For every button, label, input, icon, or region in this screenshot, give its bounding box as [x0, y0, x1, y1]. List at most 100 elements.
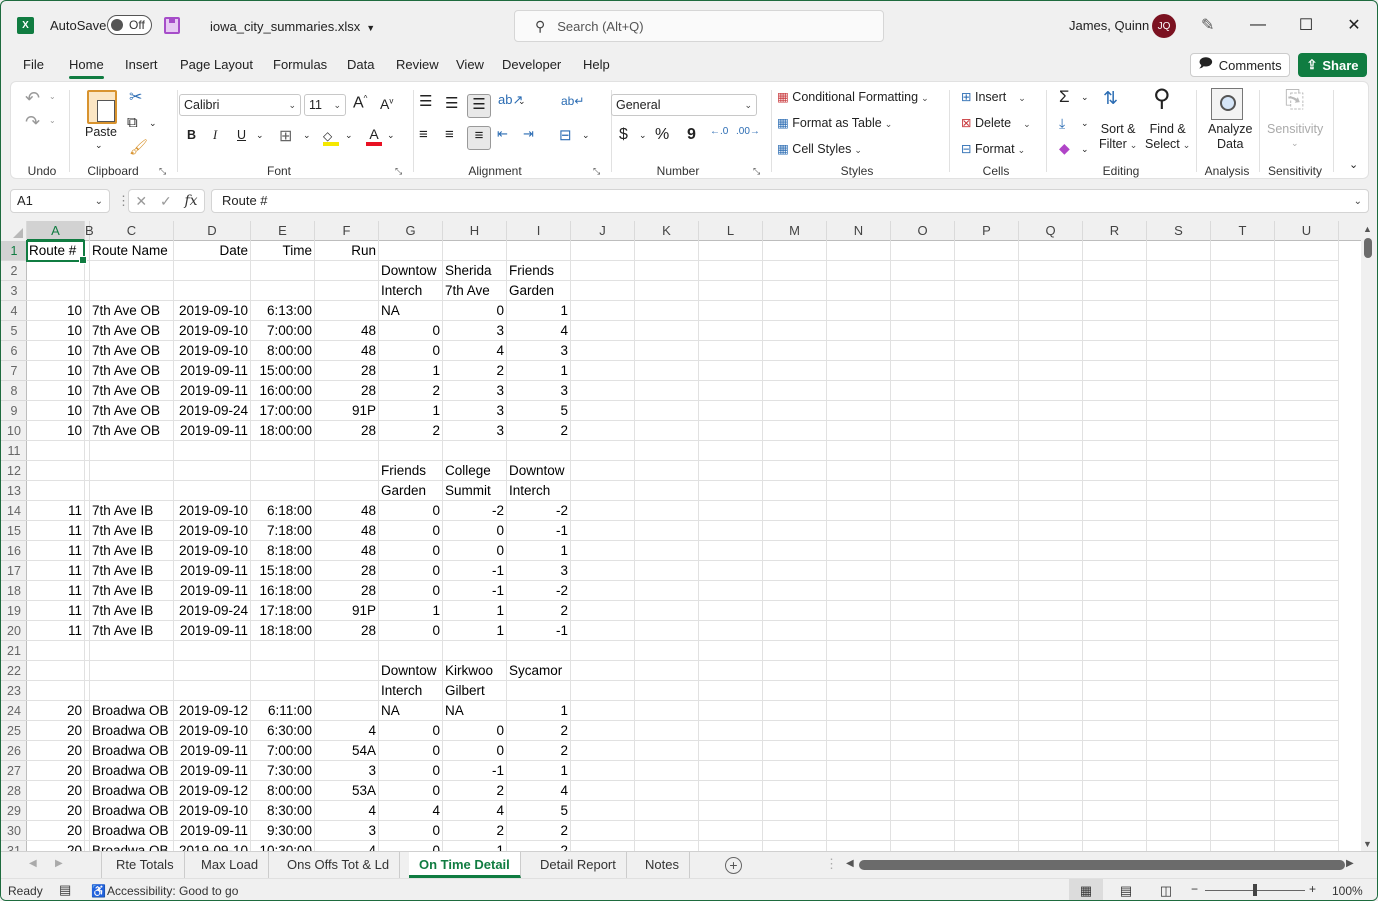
cell-t29[interactable]: [1211, 801, 1275, 821]
cell-p6[interactable]: [955, 341, 1019, 361]
cell-j23[interactable]: [571, 681, 635, 701]
tab-page-layout[interactable]: Page Layout: [180, 57, 253, 72]
column-header-o[interactable]: O: [891, 221, 955, 241]
cell-l7[interactable]: [699, 361, 763, 381]
cell-a5[interactable]: 10: [27, 321, 85, 341]
cell-g28[interactable]: 0: [379, 781, 443, 801]
cell-p19[interactable]: [955, 601, 1019, 621]
cell-e18[interactable]: 16:18:00: [251, 581, 315, 601]
cell-p31[interactable]: [955, 841, 1019, 851]
cell-e21[interactable]: [251, 641, 315, 661]
cell-c16[interactable]: 7th Ave IB: [90, 541, 174, 561]
cell-i8[interactable]: 3: [507, 381, 571, 401]
column-header-q[interactable]: Q: [1019, 221, 1083, 241]
cell-g23[interactable]: Interch: [379, 681, 443, 701]
cell-r2[interactable]: [1083, 261, 1147, 281]
cell-t26[interactable]: [1211, 741, 1275, 761]
cell-g19[interactable]: 1: [379, 601, 443, 621]
cell-i31[interactable]: 2: [507, 841, 571, 851]
cell-f1[interactable]: Run: [315, 241, 379, 261]
cell-e6[interactable]: 8:00:00: [251, 341, 315, 361]
cell-n17[interactable]: [827, 561, 891, 581]
cell-u12[interactable]: [1275, 461, 1339, 481]
cell-f19[interactable]: 91P: [315, 601, 379, 621]
cell-u11[interactable]: [1275, 441, 1339, 461]
cell-r19[interactable]: [1083, 601, 1147, 621]
cell-g31[interactable]: 0: [379, 841, 443, 851]
cell-p4[interactable]: [955, 301, 1019, 321]
font-launcher-icon[interactable]: ⤡: [395, 166, 402, 177]
cell-j17[interactable]: [571, 561, 635, 581]
cell-l31[interactable]: [699, 841, 763, 851]
cell-f31[interactable]: 4: [315, 841, 379, 851]
cell-e20[interactable]: 18:18:00: [251, 621, 315, 641]
cell-o27[interactable]: [891, 761, 955, 781]
cell-c11[interactable]: [90, 441, 174, 461]
cell-g13[interactable]: Garden: [379, 481, 443, 501]
cell-t21[interactable]: [1211, 641, 1275, 661]
cell-i29[interactable]: 5: [507, 801, 571, 821]
vertical-scroll-thumb[interactable]: [1364, 238, 1372, 258]
cell-s18[interactable]: [1147, 581, 1211, 601]
cell-s5[interactable]: [1147, 321, 1211, 341]
cell-d20[interactable]: 2019-09-11: [174, 621, 251, 641]
sheet-tab-on-time-detail[interactable]: On Time Detail: [409, 852, 521, 878]
cell-p18[interactable]: [955, 581, 1019, 601]
cell-k25[interactable]: [635, 721, 699, 741]
cell-k18[interactable]: [635, 581, 699, 601]
cell-h13[interactable]: Summit: [443, 481, 507, 501]
cell-s13[interactable]: [1147, 481, 1211, 501]
cell-t14[interactable]: [1211, 501, 1275, 521]
cell-j3[interactable]: [571, 281, 635, 301]
tab-formulas[interactable]: Formulas: [273, 57, 327, 72]
cell-q15[interactable]: [1019, 521, 1083, 541]
cell-l15[interactable]: [699, 521, 763, 541]
cell-s23[interactable]: [1147, 681, 1211, 701]
cell-i17[interactable]: 3: [507, 561, 571, 581]
cell-q13[interactable]: [1019, 481, 1083, 501]
conditional-formatting-button[interactable]: ▦ Conditional Formatting ⌄: [777, 89, 929, 104]
cell-t12[interactable]: [1211, 461, 1275, 481]
cell-r6[interactable]: [1083, 341, 1147, 361]
cell-i14[interactable]: -2: [507, 501, 571, 521]
cell-o28[interactable]: [891, 781, 955, 801]
cell-f7[interactable]: 28: [315, 361, 379, 381]
cell-q17[interactable]: [1019, 561, 1083, 581]
cell-i12[interactable]: Downtow: [507, 461, 571, 481]
cell-f4[interactable]: [315, 301, 379, 321]
row-header-15[interactable]: 15: [1, 521, 27, 541]
cell-i4[interactable]: 1: [507, 301, 571, 321]
cell-p3[interactable]: [955, 281, 1019, 301]
cell-h6[interactable]: 4: [443, 341, 507, 361]
cell-a19[interactable]: 11: [27, 601, 85, 621]
cell-o26[interactable]: [891, 741, 955, 761]
cell-c15[interactable]: 7th Ave IB: [90, 521, 174, 541]
cell-d1[interactable]: Date: [174, 241, 251, 261]
cell-n25[interactable]: [827, 721, 891, 741]
cell-e10[interactable]: 18:00:00: [251, 421, 315, 441]
cell-j15[interactable]: [571, 521, 635, 541]
cell-m28[interactable]: [763, 781, 827, 801]
cut-icon[interactable]: ✂: [129, 87, 142, 107]
cell-n23[interactable]: [827, 681, 891, 701]
cell-r22[interactable]: [1083, 661, 1147, 681]
cell-styles-button[interactable]: ▦ Cell Styles ⌄: [777, 141, 862, 156]
cell-l19[interactable]: [699, 601, 763, 621]
cell-m5[interactable]: [763, 321, 827, 341]
cell-t30[interactable]: [1211, 821, 1275, 841]
avatar[interactable]: JQ: [1152, 14, 1176, 38]
align-right-icon[interactable]: ≡: [467, 126, 491, 150]
cell-f25[interactable]: 4: [315, 721, 379, 741]
cell-h18[interactable]: -1: [443, 581, 507, 601]
cell-s17[interactable]: [1147, 561, 1211, 581]
cell-h23[interactable]: Gilbert: [443, 681, 507, 701]
cell-f14[interactable]: 48: [315, 501, 379, 521]
cell-k20[interactable]: [635, 621, 699, 641]
row-header-17[interactable]: 17: [1, 561, 27, 581]
cell-l24[interactable]: [699, 701, 763, 721]
cell-n10[interactable]: [827, 421, 891, 441]
vertical-scrollbar[interactable]: ▲ ▼: [1361, 221, 1377, 851]
cell-d25[interactable]: 2019-09-10: [174, 721, 251, 741]
cell-i3[interactable]: Garden: [507, 281, 571, 301]
column-header-m[interactable]: M: [763, 221, 827, 241]
